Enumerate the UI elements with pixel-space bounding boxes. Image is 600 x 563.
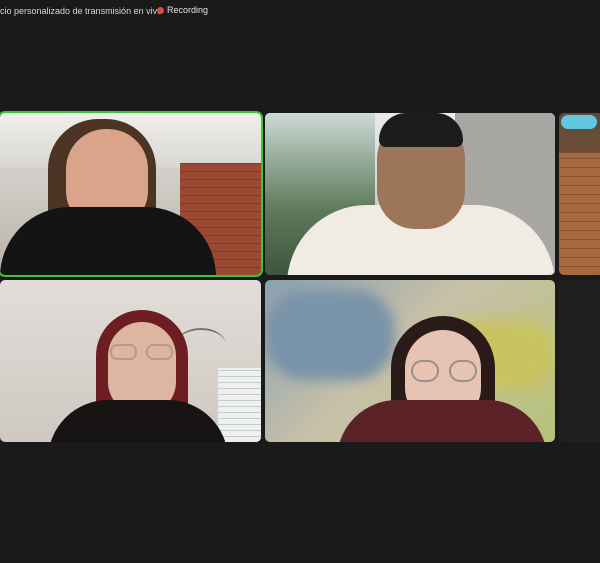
participant-tile-5[interactable]: [265, 280, 555, 442]
participant-tile-6[interactable]: [559, 280, 600, 442]
participant-tile-3[interactable]: [559, 113, 600, 275]
blurred-background: [265, 290, 395, 380]
background-window-blinds: [218, 368, 261, 442]
participant-body: [337, 400, 547, 442]
live-stream-banner-text[interactable]: icio personalizado de transmisión en viv…: [0, 6, 162, 16]
recording-indicator[interactable]: Recording: [157, 5, 208, 15]
participant-tile-1[interactable]: [0, 113, 261, 275]
participant-hair: [379, 113, 463, 147]
glasses-icon: [110, 344, 174, 360]
participant-body: [0, 207, 216, 275]
participant-tile-4[interactable]: [0, 280, 261, 442]
recording-label: Recording: [167, 5, 209, 15]
glasses-icon: [411, 360, 477, 382]
meeting-top-bar: icio personalizado de transmisión en viv…: [0, 0, 600, 24]
recording-dot-icon: [157, 6, 164, 14]
participant-tile-2[interactable]: [265, 113, 555, 275]
blue-object: [561, 115, 597, 129]
participant-body: [48, 400, 228, 442]
